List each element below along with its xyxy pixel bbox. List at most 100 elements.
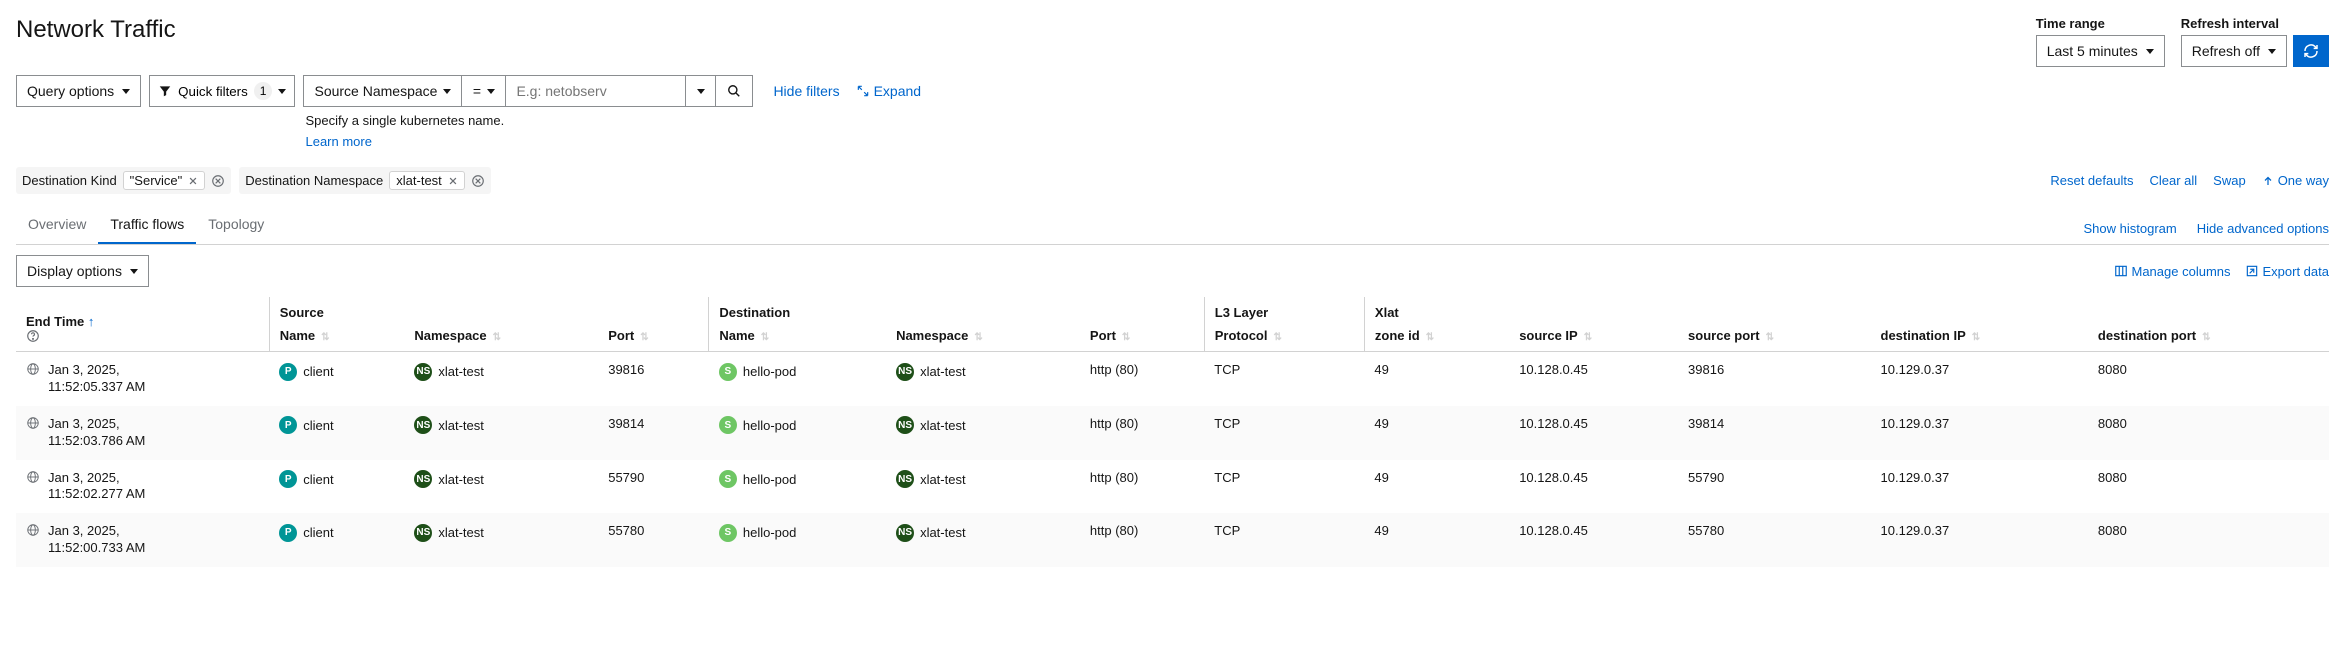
expand-link[interactable]: Expand bbox=[856, 83, 921, 99]
dst-name: hello-pod bbox=[743, 472, 797, 487]
col-src-namespace[interactable]: Namespace⇅ bbox=[404, 320, 598, 352]
table-row[interactable]: Jan 3, 2025,11:52:03.786 AMPclientNSxlat… bbox=[16, 406, 2329, 460]
zone-id: 49 bbox=[1364, 460, 1509, 514]
dst-port: http (80) bbox=[1080, 352, 1204, 406]
pod-badge-icon: P bbox=[279, 416, 297, 434]
col-end-time[interactable]: End Time ↑ bbox=[16, 297, 269, 352]
export-data-label: Export data bbox=[2263, 264, 2330, 279]
sort-icon: ⇅ bbox=[2202, 332, 2210, 343]
col-zone-id[interactable]: zone id⇅ bbox=[1364, 320, 1509, 352]
filter-field-dropdown[interactable]: Source Namespace bbox=[304, 76, 462, 106]
manage-columns-label: Manage columns bbox=[2132, 264, 2231, 279]
src-port: 55780 bbox=[598, 513, 709, 567]
globe-icon bbox=[26, 416, 40, 430]
filter-hint: Specify a single kubernetes name. bbox=[303, 109, 753, 128]
clear-all-link[interactable]: Clear all bbox=[2149, 173, 2197, 188]
refresh-button[interactable] bbox=[2293, 35, 2329, 67]
zone-id: 49 bbox=[1364, 406, 1509, 460]
query-options-dropdown[interactable]: Query options bbox=[16, 75, 141, 107]
col-destination-port[interactable]: destination port⇅ bbox=[2088, 320, 2329, 352]
swap-link[interactable]: Swap bbox=[2213, 173, 2246, 188]
refresh-interval-value: Refresh off bbox=[2192, 43, 2260, 59]
col-src-name-label: Name bbox=[280, 328, 315, 343]
col-group-destination: Destination bbox=[709, 297, 1204, 320]
chip-group-remove-button[interactable] bbox=[471, 174, 485, 188]
filter-search-button[interactable] bbox=[716, 76, 752, 106]
x-destination-ip: 10.129.0.37 bbox=[1871, 406, 2088, 460]
col-destination-ip[interactable]: destination IP⇅ bbox=[1871, 320, 2088, 352]
show-histogram-link[interactable]: Show histogram bbox=[2084, 221, 2177, 236]
display-options-dropdown[interactable]: Display options bbox=[16, 255, 149, 287]
manage-columns-link[interactable]: Manage columns bbox=[2114, 264, 2231, 279]
flows-table: End Time ↑ Source Destination L3 Layer X… bbox=[16, 297, 2329, 567]
export-icon bbox=[2245, 264, 2259, 278]
end-time-clock: 11:52:03.786 AM bbox=[48, 433, 145, 450]
arrow-up-icon bbox=[2262, 175, 2274, 187]
tab-topology[interactable]: Topology bbox=[196, 206, 276, 244]
chevron-down-icon bbox=[443, 89, 451, 94]
expand-icon bbox=[856, 84, 870, 98]
chip-remove-button[interactable] bbox=[188, 176, 198, 186]
time-range-dropdown[interactable]: Last 5 minutes bbox=[2036, 35, 2165, 67]
col-dst-name[interactable]: Name⇅ bbox=[709, 320, 886, 352]
filter-op-dropdown[interactable]: = bbox=[462, 76, 506, 106]
learn-more-link[interactable]: Learn more bbox=[305, 134, 371, 149]
sort-icon: ⇅ bbox=[1122, 332, 1130, 343]
sort-icon: ⇅ bbox=[640, 332, 648, 343]
help-icon[interactable] bbox=[26, 329, 259, 343]
chip-label: Destination Kind bbox=[22, 173, 117, 188]
hide-filters-link[interactable]: Hide filters bbox=[773, 83, 839, 99]
refresh-icon bbox=[2303, 43, 2319, 59]
col-dst-namespace[interactable]: Namespace⇅ bbox=[886, 320, 1080, 352]
tab-traffic-flows[interactable]: Traffic flows bbox=[98, 206, 196, 244]
filter-op-value: = bbox=[473, 83, 481, 99]
x-source-port: 39816 bbox=[1678, 352, 1870, 406]
close-icon bbox=[188, 176, 198, 186]
filter-value-dropdown[interactable] bbox=[686, 76, 716, 106]
col-src-port-label: Port bbox=[608, 328, 634, 343]
x-destination-port: 8080 bbox=[2088, 352, 2329, 406]
col-src-name[interactable]: Name⇅ bbox=[269, 320, 404, 352]
src-name: client bbox=[303, 418, 333, 433]
chip-label: Destination Namespace bbox=[245, 173, 383, 188]
chip-group-remove-button[interactable] bbox=[211, 174, 225, 188]
x-destination-port: 8080 bbox=[2088, 460, 2329, 514]
table-row[interactable]: Jan 3, 2025,11:52:00.733 AMPclientNSxlat… bbox=[16, 513, 2329, 567]
tab-overview[interactable]: Overview bbox=[16, 206, 98, 244]
col-protocol[interactable]: Protocol⇅ bbox=[1204, 320, 1364, 352]
chip-remove-button[interactable] bbox=[448, 176, 458, 186]
col-source-ip[interactable]: source IP⇅ bbox=[1509, 320, 1678, 352]
dst-name: hello-pod bbox=[743, 418, 797, 433]
chip-value: xlat-test bbox=[396, 173, 442, 188]
col-dst-port[interactable]: Port⇅ bbox=[1080, 320, 1204, 352]
reset-defaults-link[interactable]: Reset defaults bbox=[2050, 173, 2133, 188]
refresh-interval-dropdown[interactable]: Refresh off bbox=[2181, 35, 2287, 67]
protocol: TCP bbox=[1204, 513, 1364, 567]
chevron-down-icon bbox=[278, 89, 286, 94]
src-name: client bbox=[303, 472, 333, 487]
col-src-port[interactable]: Port ⇅ bbox=[598, 320, 709, 352]
one-way-label: One way bbox=[2278, 173, 2329, 188]
namespace-badge-icon: NS bbox=[896, 363, 914, 381]
sort-icon: ⇅ bbox=[974, 332, 982, 343]
x-source-ip: 10.128.0.45 bbox=[1509, 352, 1678, 406]
col-group-xlat: Xlat bbox=[1364, 297, 2329, 320]
filter-value-input[interactable] bbox=[506, 76, 686, 106]
globe-icon bbox=[26, 523, 40, 537]
table-row[interactable]: Jan 3, 2025,11:52:02.277 AMPclientNSxlat… bbox=[16, 460, 2329, 514]
one-way-link[interactable]: One way bbox=[2262, 173, 2329, 188]
col-source-port[interactable]: source port⇅ bbox=[1678, 320, 1870, 352]
table-row[interactable]: Jan 3, 2025,11:52:05.337 AMPclientNSxlat… bbox=[16, 352, 2329, 406]
filter-field-value: Source Namespace bbox=[314, 83, 437, 99]
page-title: Network Traffic bbox=[16, 16, 176, 44]
x-source-ip: 10.128.0.45 bbox=[1509, 460, 1678, 514]
dst-namespace: xlat-test bbox=[920, 364, 966, 379]
export-data-link[interactable]: Export data bbox=[2245, 264, 2330, 279]
columns-icon bbox=[2114, 264, 2128, 278]
col-dst-name-label: Name bbox=[719, 328, 754, 343]
dst-port: http (80) bbox=[1080, 460, 1204, 514]
hide-advanced-options-link[interactable]: Hide advanced options bbox=[2197, 221, 2329, 236]
quick-filters-dropdown[interactable]: Quick filters 1 bbox=[149, 75, 295, 107]
service-badge-icon: S bbox=[719, 470, 737, 488]
end-time-date: Jan 3, 2025, bbox=[48, 523, 145, 540]
